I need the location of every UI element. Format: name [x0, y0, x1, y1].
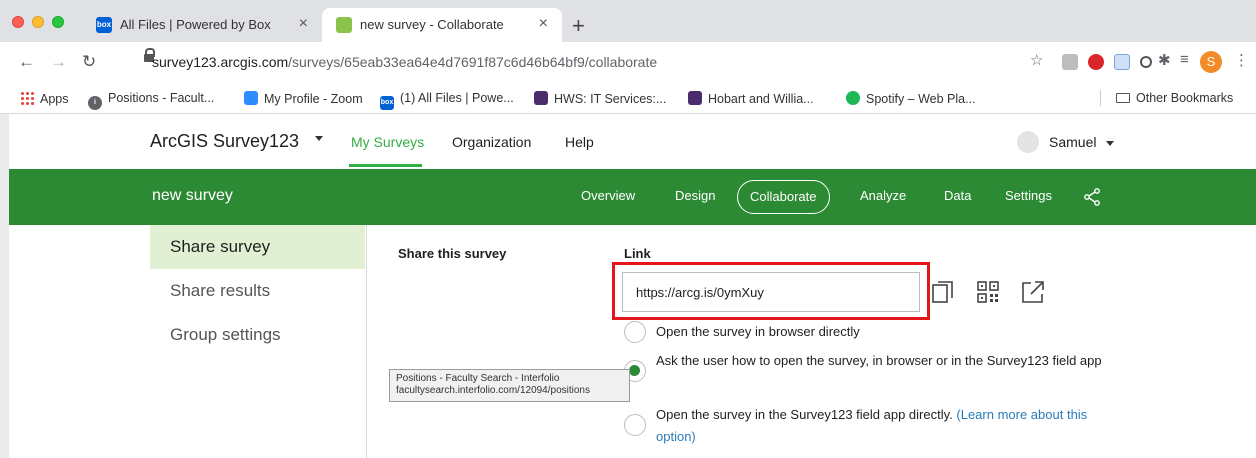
tab-overview[interactable]: Overview	[581, 188, 635, 203]
info-icon: i	[88, 96, 102, 110]
section-label: Share this survey	[398, 246, 507, 261]
box-icon: box	[96, 17, 112, 33]
option-label: Open the survey in the Survey123 field a…	[656, 407, 1088, 444]
zoom-icon	[244, 91, 258, 105]
side-item-share-survey[interactable]: Share survey	[150, 225, 365, 269]
browser-tabstrip: box All Files | Powered by Box × new sur…	[0, 0, 1256, 42]
open-external-icon[interactable]	[1020, 279, 1046, 305]
window-zoom-button[interactable]	[52, 16, 64, 28]
app-header: ArcGIS Survey123 My Surveys Organization…	[9, 114, 1256, 169]
option-label: Ask the user how to open the survey, in …	[656, 353, 1102, 368]
app-brand[interactable]: ArcGIS Survey123	[150, 131, 299, 152]
radio-open-browser[interactable]	[624, 321, 646, 343]
extension-icon[interactable]	[1062, 54, 1078, 70]
extension-icon[interactable]	[1140, 56, 1152, 68]
survey123-icon	[336, 17, 352, 33]
forward-arrow-icon[interactable]: →	[50, 52, 67, 72]
radio-open-field-app[interactable]	[624, 414, 646, 436]
hws-icon	[688, 91, 702, 105]
bookmark-positions[interactable]: i Positions - Facult...	[88, 91, 214, 110]
tab-design[interactable]: Design	[675, 188, 715, 203]
window-close-button[interactable]	[12, 16, 24, 28]
spotify-icon	[846, 91, 860, 105]
side-item-share-results[interactable]: Share results	[150, 269, 365, 313]
user-name[interactable]: Samuel	[1049, 134, 1096, 150]
tab-collaborate[interactable]: Collaborate	[737, 180, 830, 214]
option-label: Open the survey in browser directly	[656, 324, 860, 339]
tab-data[interactable]: Data	[944, 188, 971, 203]
back-arrow-icon[interactable]: ←	[18, 52, 35, 72]
box-icon: box	[380, 96, 394, 110]
bookmark-box[interactable]: box (1) All Files | Powe...	[380, 91, 514, 110]
nav-my-surveys[interactable]: My Surveys	[351, 134, 424, 150]
link-hover-tooltip: Positions - Faculty Search - Interfolio …	[389, 369, 630, 402]
browser-tab-box[interactable]: box All Files | Powered by Box ×	[82, 8, 322, 42]
page-left-gutter	[0, 114, 9, 458]
bookmark-hws-it[interactable]: HWS: IT Services:...	[534, 91, 666, 106]
tab-close-icon[interactable]: ×	[539, 15, 548, 33]
other-bookmarks[interactable]: Other Bookmarks	[1116, 91, 1233, 105]
copy-icon[interactable]	[930, 279, 956, 305]
highlight-annotation	[612, 262, 930, 320]
chevron-down-icon[interactable]	[315, 136, 323, 141]
divider	[366, 225, 367, 458]
bookmark-hobart[interactable]: Hobart and Willia...	[688, 91, 814, 106]
browser-tab-survey[interactable]: new survey - Collaborate ×	[322, 8, 562, 42]
side-item-group-settings[interactable]: Group settings	[150, 313, 365, 357]
new-tab-button[interactable]: +	[572, 13, 585, 39]
tab-analyze[interactable]: Analyze	[860, 188, 906, 203]
profile-avatar[interactable]: S	[1200, 51, 1222, 73]
star-icon[interactable]: ☆	[1030, 51, 1043, 69]
extension-icon[interactable]	[1114, 54, 1130, 70]
hws-icon	[534, 91, 548, 105]
browser-toolbar: ← → ↻ survey123.arcgis.com/surveys/65eab…	[0, 42, 1256, 82]
bookmarks-bar: Apps i Positions - Facult... My Profile -…	[0, 82, 1256, 114]
bookmark-apps[interactable]: Apps	[20, 91, 69, 106]
qr-code-icon[interactable]	[975, 279, 1001, 305]
link-label: Link	[624, 246, 651, 261]
url-text: survey123.arcgis.com/surveys/65eab33ea64…	[152, 54, 658, 70]
tab-title: new survey - Collaborate	[360, 17, 504, 32]
tab-title: All Files | Powered by Box	[120, 17, 271, 32]
extension-icon[interactable]	[1088, 54, 1104, 70]
user-avatar[interactable]	[1017, 131, 1039, 153]
media-queue-icon[interactable]: ≡	[1180, 51, 1189, 68]
tooltip-title: Positions - Faculty Search - Interfolio	[396, 373, 560, 384]
tooltip-url: facultysearch.interfolio.com/12094/posit…	[396, 385, 590, 396]
share-icon[interactable]	[1082, 187, 1102, 207]
chevron-down-icon[interactable]	[1106, 141, 1114, 146]
tab-close-icon[interactable]: ×	[299, 15, 308, 33]
survey-title: new survey	[152, 187, 233, 204]
puzzle-icon[interactable]: ✱	[1158, 51, 1171, 69]
nav-help[interactable]: Help	[565, 134, 594, 150]
active-nav-indicator	[349, 164, 422, 167]
tab-settings[interactable]: Settings	[1005, 188, 1052, 203]
window-minimize-button[interactable]	[32, 16, 44, 28]
folder-icon	[1116, 93, 1130, 103]
menu-dots-icon[interactable]: ⋮	[1234, 51, 1249, 69]
apps-grid-icon	[20, 91, 34, 105]
survey-header-bar: new survey Overview Design Collaborate A…	[9, 169, 1256, 225]
reload-icon[interactable]: ↻	[82, 52, 96, 72]
bookmark-zoom[interactable]: My Profile - Zoom	[244, 91, 363, 106]
address-bar[interactable]: survey123.arcgis.com/surveys/65eab33ea64…	[120, 48, 1020, 76]
bookmark-spotify[interactable]: Spotify – Web Pla...	[846, 91, 976, 106]
bookmarks-divider	[1100, 90, 1101, 106]
nav-organization[interactable]: Organization	[452, 134, 531, 150]
